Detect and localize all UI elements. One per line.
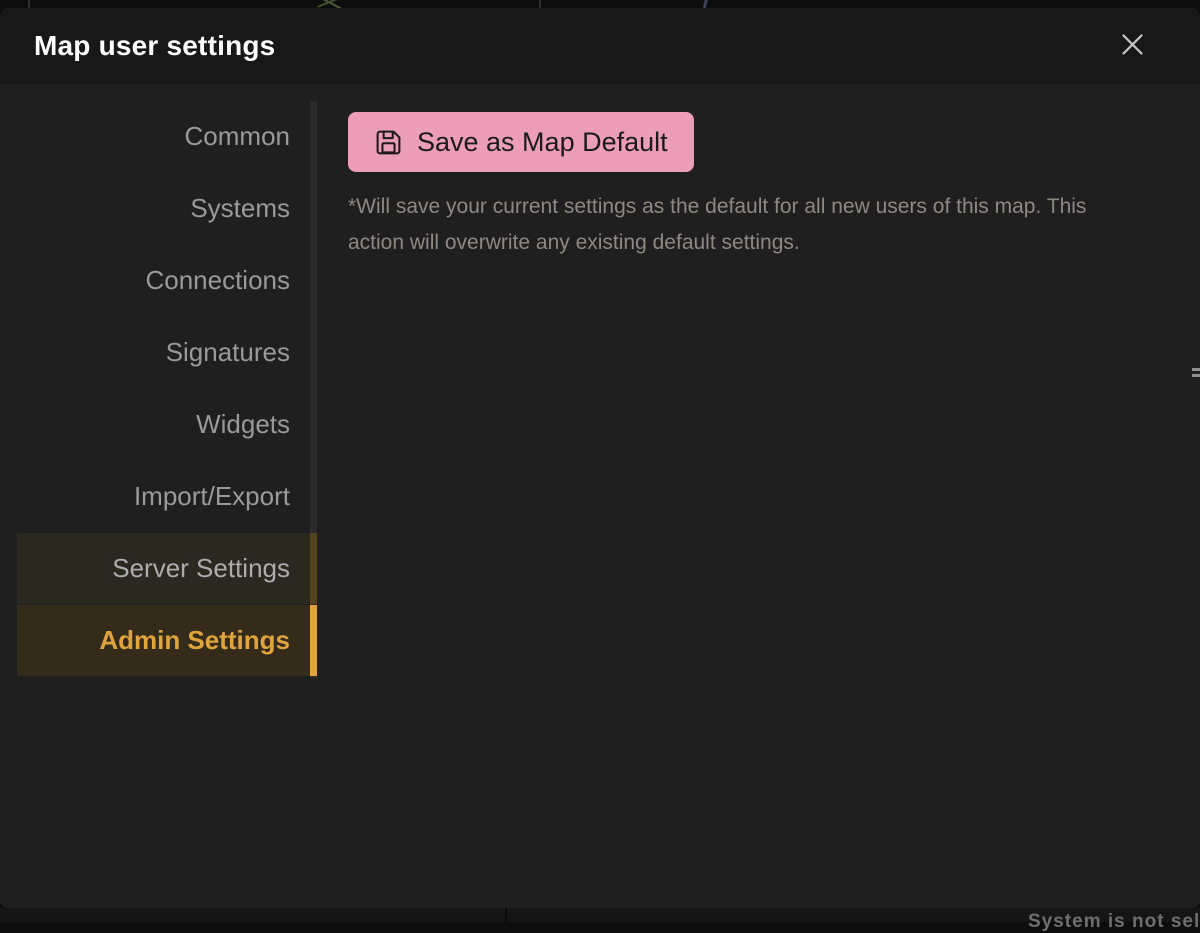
map-grid-line — [505, 908, 507, 922]
sidebar-item-import-export[interactable]: Import/Export — [17, 461, 317, 532]
item-state-bar — [310, 317, 317, 388]
map-grid-line — [28, 0, 30, 8]
save-button-label: Save as Map Default — [417, 127, 668, 158]
map-connection-line — [703, 0, 708, 8]
dialog-body: Common Systems Connections Signatures Wi… — [0, 84, 1200, 908]
dialog-header: Map user settings — [0, 8, 1200, 84]
item-state-bar — [310, 101, 317, 172]
settings-menu: Common Systems Connections Signatures Wi… — [17, 101, 317, 676]
item-state-bar — [310, 245, 317, 316]
sidebar-item-label: Server Settings — [112, 553, 290, 584]
sidebar-item-label: Import/Export — [134, 481, 290, 512]
save-as-map-default-button[interactable]: Save as Map Default — [348, 112, 694, 172]
admin-settings-panel: Save as Map Default *Will save your curr… — [317, 84, 1200, 908]
item-state-bar — [310, 389, 317, 460]
dialog-title: Map user settings — [34, 30, 275, 62]
map-grid-line — [539, 0, 541, 8]
item-state-bar — [310, 173, 317, 244]
sidebar-item-admin-settings[interactable]: Admin Settings — [17, 605, 317, 676]
sidebar-item-label: Signatures — [166, 337, 290, 368]
clipped-list-icon — [1192, 368, 1200, 380]
item-state-bar — [310, 533, 317, 604]
save-default-note: *Will save your current settings as the … — [348, 189, 1148, 261]
close-button[interactable] — [1114, 28, 1150, 64]
item-state-bar — [310, 461, 317, 532]
close-icon — [1119, 31, 1146, 61]
sidebar-item-widgets[interactable]: Widgets — [17, 389, 317, 460]
settings-sidebar: Common Systems Connections Signatures Wi… — [0, 84, 317, 908]
sidebar-item-label: Admin Settings — [99, 625, 290, 656]
map-background-bottom: System is not selected — [0, 908, 1200, 922]
sidebar-item-signatures[interactable]: Signatures — [17, 317, 317, 388]
sidebar-item-label: Common — [185, 121, 290, 152]
sidebar-item-common[interactable]: Common — [17, 101, 317, 172]
system-status-text: System is not selected — [1028, 911, 1200, 933]
sidebar-item-server-settings[interactable]: Server Settings — [17, 533, 317, 604]
map-background-top — [0, 0, 1200, 8]
map-user-settings-dialog: Map user settings Common Systems — [0, 8, 1200, 908]
sidebar-item-systems[interactable]: Systems — [17, 173, 317, 244]
sidebar-item-label: Connections — [145, 265, 290, 296]
item-state-bar — [310, 605, 317, 676]
floppy-disk-icon — [374, 128, 403, 157]
sidebar-item-connections[interactable]: Connections — [17, 245, 317, 316]
sidebar-item-label: Systems — [190, 193, 290, 224]
sidebar-item-label: Widgets — [196, 409, 290, 440]
